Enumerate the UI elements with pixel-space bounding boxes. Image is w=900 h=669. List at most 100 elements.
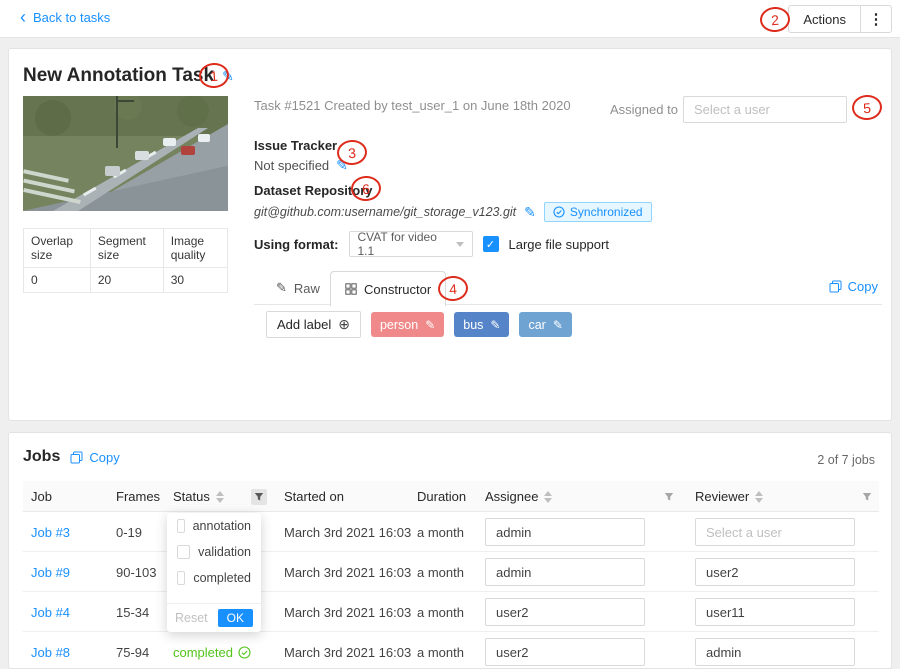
label-chip-person[interactable]: person ✎ [371,312,444,337]
add-label-button[interactable]: Add label ⊕ [266,311,361,338]
filter-option-annotation[interactable]: annotation [167,513,261,539]
params-value-row: 0 20 30 [24,268,228,293]
tab-raw[interactable]: ✎ Raw [262,271,334,305]
duration-cell: a month [417,592,464,632]
job-link[interactable]: Job #8 [31,632,70,669]
dataset-repository-row: git@github.com:username/git_storage_v123… [254,202,652,222]
tab-constructor[interactable]: Constructor [330,271,446,306]
task-assignee-input[interactable] [683,96,847,123]
col-started: Started on [284,481,344,512]
assigned-to-label: Assigned to [610,102,678,117]
status-filter-icon[interactable] [251,489,267,505]
started-cell: March 3rd 2021 16:03 [284,632,411,669]
jobs-count: 2 of 7 jobs [817,453,875,467]
param-value-segment: 20 [90,268,163,293]
label-edit-icon[interactable]: ✎ [553,318,563,332]
checkbox-validation[interactable] [177,545,190,559]
repository-edit-icon[interactable]: ✎ [524,204,536,221]
copy-labels-button[interactable]: Copy [829,279,878,294]
reviewer-input[interactable] [695,598,855,626]
assignee-filter-icon[interactable] [661,489,677,505]
label-edit-icon[interactable]: ✎ [490,318,500,332]
filter-option-completed[interactable]: completed [167,565,261,591]
table-row: Job #9 90-103 March 3rd 2021 16:03 a mon… [23,552,879,592]
constructor-blocks-icon [345,283,357,295]
actions-button-group: Actions ⋮ [788,5,892,33]
label-constructor: Add label ⊕ person ✎ bus ✎ car ✎ [266,311,572,338]
assignee-input[interactable] [485,558,645,586]
issue-tracker-value: Not specified [254,158,329,173]
format-row: Using format: CVAT for video 1.1 ✓ Large… [254,231,609,257]
assignee-input[interactable] [485,518,645,546]
copy-icon [829,280,842,293]
job-link[interactable]: Job #4 [31,592,70,632]
status-completed-icon [238,646,251,659]
chevron-left-icon: ‹ [20,11,26,24]
thumbnail-image [23,96,228,211]
tab-raw-label: Raw [294,281,320,296]
more-menu-icon[interactable]: ⋮ [861,6,891,32]
param-header-overlap: Overlap size [24,229,91,268]
started-cell: March 3rd 2021 16:03 [284,552,411,592]
checkbox-completed[interactable] [177,571,185,585]
repository-url: git@github.com:username/git_storage_v123… [254,205,516,219]
checkbox-annotation[interactable] [177,519,185,533]
params-header-row: Overlap size Segment size Image quality [24,229,228,268]
job-link[interactable]: Job #3 [31,512,70,552]
format-select[interactable]: CVAT for video 1.1 [349,231,473,257]
filter-ok-button[interactable]: OK [218,609,253,627]
jobs-title: Jobs [23,448,60,466]
job-link[interactable]: Job #9 [31,552,70,592]
large-file-label: Large file support [509,237,609,252]
col-duration: Duration [417,481,466,512]
frames-cell: 90-103 [116,552,156,592]
param-value-overlap: 0 [24,268,91,293]
copy-jobs-button[interactable]: Copy [70,450,119,465]
actions-button[interactable]: Actions [789,6,860,32]
reviewer-sort-icon[interactable] [755,491,763,503]
raw-edit-icon: ✎ [276,280,287,296]
col-frames: Frames [116,481,160,512]
reviewer-input[interactable] [695,638,855,666]
sync-check-icon [553,206,565,218]
jobs-header-row: Jobs Copy [23,448,120,466]
reviewer-input[interactable] [695,558,855,586]
frames-cell: 0-19 [116,512,142,552]
started-cell: March 3rd 2021 16:03 [284,592,411,632]
label-chip-car[interactable]: car ✎ [519,312,571,337]
task-thumbnail [23,96,228,211]
assignee-input[interactable] [485,598,645,626]
filter-option-label: validation [198,545,251,559]
filter-option-label: annotation [193,519,251,533]
filter-option-validation[interactable]: validation [167,539,261,565]
label-name: car [528,318,545,332]
reviewer-input[interactable] [695,518,855,546]
large-file-checkbox[interactable]: ✓ [483,236,499,252]
assignee-sort-icon[interactable] [544,491,552,503]
status-filter-dropdown: annotation validation completed Reset OK [167,513,261,632]
back-to-tasks-link[interactable]: ‹ Back to tasks [20,10,110,25]
label-edit-icon[interactable]: ✎ [425,318,435,332]
status-cell: completed [173,632,251,669]
tab-constructor-label: Constructor [364,282,431,297]
label-chip-bus[interactable]: bus ✎ [454,312,509,337]
duration-cell: a month [417,632,464,669]
sync-status-badge: Synchronized [544,202,652,222]
filter-footer: Reset OK [167,603,261,632]
issue-tracker-label: Issue Tracker [254,138,337,153]
reviewer-filter-icon[interactable] [859,489,875,505]
assignee-input[interactable] [485,638,645,666]
status-text: completed [173,645,233,660]
using-format-label: Using format: [254,237,339,252]
table-row: Job #4 15-34 March 3rd 2021 16:03 a mont… [23,592,879,632]
cvat-task-page: ‹ Back to tasks Actions ⋮ New Annotation… [0,0,900,669]
jobs-card: Jobs Copy 2 of 7 jobs Job Frames Status … [8,432,892,669]
frames-cell: 75-94 [116,632,149,669]
filter-reset-button[interactable]: Reset [175,611,208,625]
col-assignee: Assignee [485,481,552,512]
filter-option-label: completed [193,571,251,585]
status-sort-icon[interactable] [216,491,224,503]
param-header-quality: Image quality [163,229,227,268]
param-header-segment: Segment size [90,229,163,268]
started-cell: March 3rd 2021 16:03 [284,512,411,552]
